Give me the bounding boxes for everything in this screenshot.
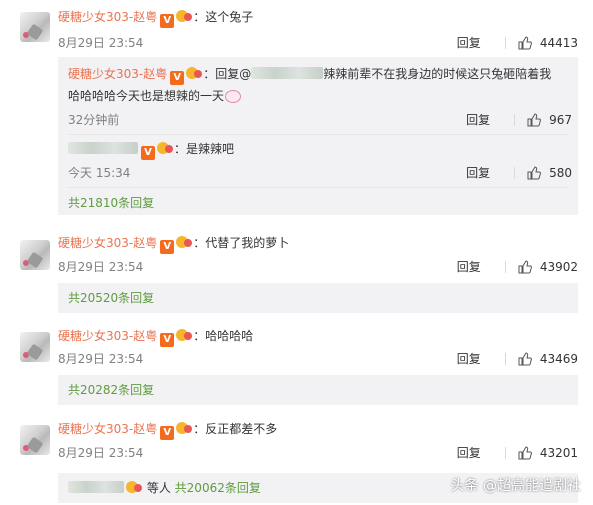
- username-link[interactable]: 硬糖少女303-赵粤: [58, 329, 157, 343]
- reply-text: ：是辣辣吧: [174, 142, 235, 156]
- avatar[interactable]: [20, 12, 50, 42]
- divider: [514, 166, 516, 179]
- rabbit-emoji-icon: [224, 88, 242, 103]
- like-count: 43902: [539, 259, 578, 274]
- reply-box: 共20520条回复: [58, 283, 578, 313]
- like-count: 44413: [539, 35, 578, 50]
- reply-text-line2: 哈哈哈哈今天也是想辣的一天: [68, 89, 225, 103]
- reply-time: 今天 15:34: [68, 166, 131, 180]
- reply-text-line1: 辣辣前辈不在我身边的时候这只兔砸陪着我: [323, 67, 552, 81]
- like-count: 43469: [539, 351, 578, 366]
- divider: [68, 187, 568, 188]
- comment-text: ：代替了我的萝卜: [193, 236, 290, 250]
- avatar[interactable]: [20, 332, 50, 362]
- view-replies-link[interactable]: 共20062条回复: [175, 481, 261, 495]
- reply-item: V ：是辣辣吧: [68, 141, 234, 160]
- fan-badge-icon: [176, 421, 193, 435]
- fan-badge-icon: [126, 480, 143, 494]
- reply-button[interactable]: 回复: [466, 164, 490, 181]
- comment-text: ：反正都差不多: [193, 422, 278, 436]
- comment-actions: 回复 43469: [457, 350, 578, 367]
- reply-actions: 回复 967: [466, 111, 572, 128]
- reply-time: 32分钟前: [68, 113, 120, 127]
- watermark: 头条 @超高能追剧社: [450, 478, 581, 494]
- comment-date: 8月29日 23:54: [58, 446, 144, 460]
- blurred-username: [251, 67, 324, 79]
- divider: [68, 134, 568, 135]
- username-link[interactable]: 硬糖少女303-赵粤: [58, 422, 157, 436]
- view-replies-link[interactable]: 共20282条回复: [68, 382, 154, 398]
- verified-v-icon: V: [141, 146, 155, 160]
- like-count: 967: [549, 112, 572, 127]
- verified-v-icon: V: [160, 333, 175, 347]
- divider: [514, 113, 516, 126]
- blurred-username[interactable]: [68, 142, 138, 154]
- others-label: 等人: [146, 481, 171, 495]
- thumbs-up-icon[interactable]: [527, 112, 542, 127]
- comment-text: ：哈哈哈哈: [193, 329, 254, 343]
- thumbs-up-icon[interactable]: [518, 351, 532, 366]
- comment-date: 8月29日 23:54: [58, 36, 144, 50]
- fan-badge-icon: [176, 9, 193, 23]
- thumbs-up-icon[interactable]: [527, 165, 542, 180]
- verified-v-icon: V: [160, 426, 175, 440]
- divider: [504, 260, 506, 273]
- like-count: 43201: [539, 445, 578, 460]
- view-replies-link[interactable]: 共21810条回复: [68, 195, 154, 211]
- username-link[interactable]: 硬糖少女303-赵粤: [68, 67, 167, 81]
- reply-prefix: ：回复@: [203, 67, 252, 81]
- divider: [504, 446, 506, 459]
- divider: [504, 352, 506, 365]
- verified-v-icon: V: [170, 71, 185, 85]
- comment-text: ：这个兔子: [193, 10, 254, 24]
- comment-date: 8月29日 23:54: [58, 260, 144, 274]
- reply-box: 共20282条回复: [58, 375, 578, 405]
- comment-actions: 回复 43902: [457, 258, 578, 275]
- reply-actions: 回复 580: [466, 164, 572, 181]
- reply-button[interactable]: 回复: [466, 111, 490, 128]
- reply-button[interactable]: 回复: [457, 258, 481, 275]
- fan-badge-icon: [186, 66, 203, 80]
- view-replies-link[interactable]: 共20520条回复: [68, 290, 154, 306]
- like-count: 580: [549, 165, 572, 180]
- fan-badge-icon: [176, 235, 193, 249]
- reply-button[interactable]: 回复: [457, 34, 481, 51]
- reply-button[interactable]: 回复: [457, 444, 481, 461]
- avatar[interactable]: [20, 240, 50, 270]
- reply-item: 硬糖少女303-赵粤 V ：回复@ 辣辣前辈不在我身边的时候这只兔砸陪着我: [68, 66, 551, 85]
- thumbs-up-icon[interactable]: [518, 259, 532, 274]
- username-link[interactable]: 硬糖少女303-赵粤: [58, 10, 157, 24]
- blurred-username[interactable]: [68, 481, 124, 493]
- comment-actions: 回复 44413: [457, 34, 578, 51]
- divider: [504, 36, 506, 49]
- comment-actions: 回复 43201: [457, 444, 578, 461]
- username-link[interactable]: 硬糖少女303-赵粤: [58, 236, 157, 250]
- thumbs-up-icon[interactable]: [518, 35, 532, 50]
- comment-date: 8月29日 23:54: [58, 352, 144, 366]
- fan-badge-icon: [157, 141, 174, 155]
- reply-box: 硬糖少女303-赵粤 V ：回复@ 辣辣前辈不在我身边的时候这只兔砸陪着我 哈哈哈哈今…: [58, 57, 578, 215]
- verified-v-icon: V: [160, 240, 175, 254]
- reply-button[interactable]: 回复: [457, 350, 481, 367]
- thumbs-up-icon[interactable]: [518, 445, 532, 460]
- fan-badge-icon: [176, 328, 193, 342]
- avatar[interactable]: [20, 425, 50, 455]
- verified-v-icon: V: [160, 14, 175, 28]
